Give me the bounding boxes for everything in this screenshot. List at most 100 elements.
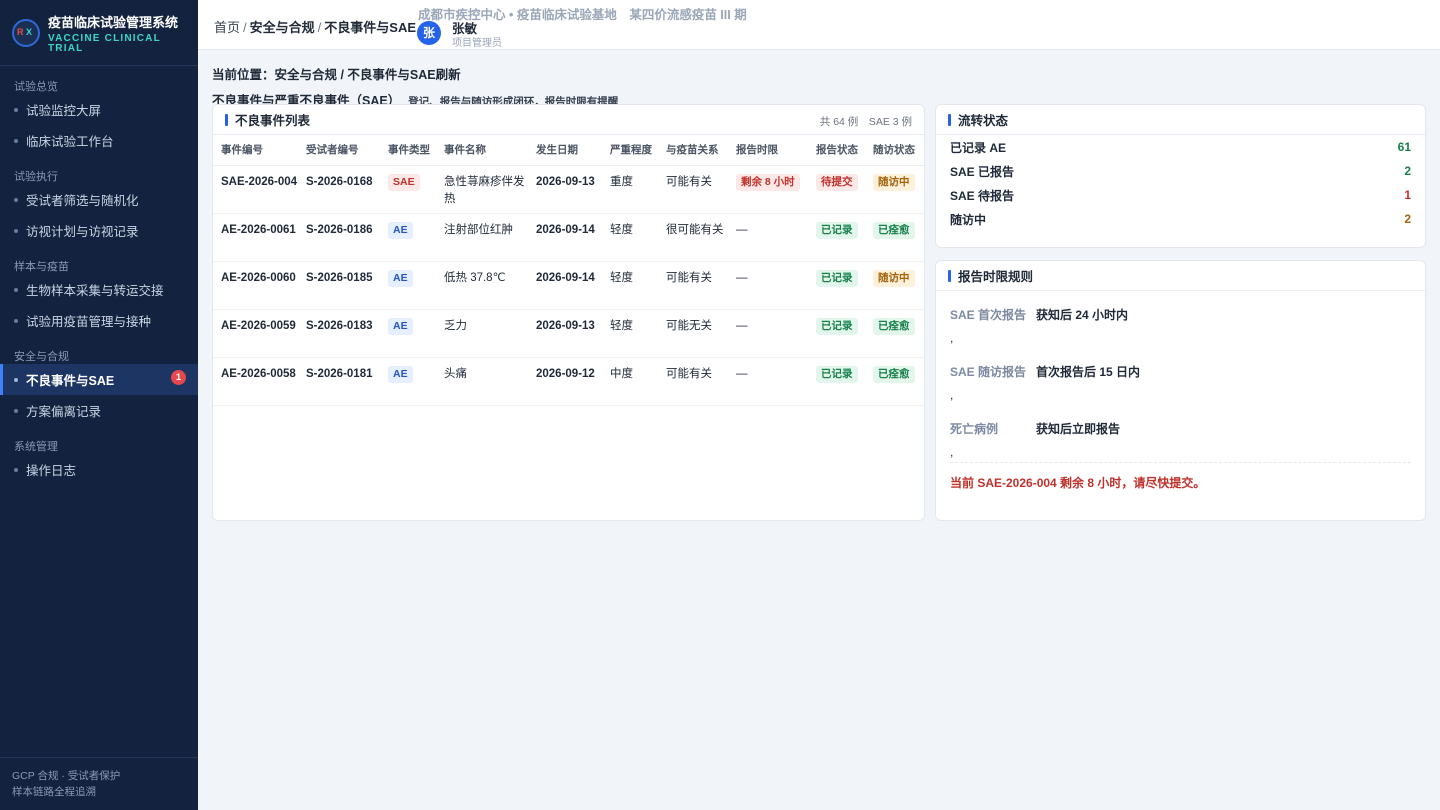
col-header: 受试者编号 bbox=[298, 135, 380, 166]
col-header: 事件类型 bbox=[380, 135, 436, 166]
deadline: — bbox=[728, 261, 808, 310]
bullet-icon bbox=[14, 228, 18, 233]
subject-id: S-2026-0168 bbox=[298, 165, 380, 214]
sidebar-item-biosamples[interactable]: 生物样本采集与转运交接 bbox=[0, 274, 198, 305]
event-type-badge: AE bbox=[388, 221, 413, 239]
rule-row-death: 死亡病例 获知后立即报告 , bbox=[950, 422, 1121, 459]
deadline: — bbox=[728, 357, 808, 406]
bullet-icon bbox=[14, 318, 18, 323]
table-row[interactable]: AE-2026-0061 S-2026-0186 AE 注射部位红肿 2026-… bbox=[213, 213, 924, 262]
table-header-row: 事件编号 受试者编号 事件类型 事件名称 发生日期 严重程度 与疫苗关系 报告时… bbox=[213, 135, 924, 166]
event-id[interactable]: AE-2026-0059 bbox=[213, 309, 298, 358]
sidebar-item-visits[interactable]: 访视计划与访视记录 bbox=[0, 215, 198, 246]
event-id[interactable]: SAE-2026-004 bbox=[213, 165, 298, 214]
col-header: 发生日期 bbox=[528, 135, 602, 166]
nav-group-samples: 样本与疫苗 bbox=[14, 261, 69, 273]
event-name: 急性荨麻疹伴发热 bbox=[436, 165, 528, 214]
report-status-badge: 已记录 bbox=[816, 269, 858, 287]
event-name: 低热 37.8℃ bbox=[436, 261, 528, 310]
event-type-badge: AE bbox=[388, 317, 413, 335]
report-status-badge: 已记录 bbox=[816, 317, 858, 335]
accent-bar bbox=[948, 113, 951, 126]
top-header: 首页 / 安全与合规 / 不良事件与SAE 成都市疾控中心 • 疫苗临床试验基地 某四价… bbox=[198, 0, 1440, 50]
app-title: 疫苗临床试验管理系统 bbox=[48, 14, 179, 30]
event-date: 2026-09-14 bbox=[528, 213, 602, 262]
vaccine-relation: 可能有关 bbox=[658, 261, 728, 310]
event-id[interactable]: AE-2026-0061 bbox=[213, 213, 298, 262]
flow-row-followup: 随访中 2 bbox=[950, 212, 1411, 227]
ae-list-card: 不良事件列表 共 64 例 SAE 3 例 事件编号 受试者编号 事件类型 事件… bbox=[212, 104, 925, 521]
event-name: 注射部位红肿 bbox=[436, 213, 528, 262]
accent-bar bbox=[948, 269, 951, 282]
bullet-icon bbox=[14, 377, 18, 382]
rx-logo-icon: R X bbox=[12, 18, 40, 47]
event-id[interactable]: AE-2026-0060 bbox=[213, 261, 298, 310]
event-date: 2026-09-13 bbox=[528, 309, 602, 358]
table-row[interactable]: AE-2026-0059 S-2026-0183 AE 乏力 2026-09-1… bbox=[213, 309, 924, 358]
flow-value: 2 bbox=[1404, 164, 1411, 178]
event-type-badge: AE bbox=[388, 365, 413, 383]
bullet-icon bbox=[14, 138, 18, 143]
flow-value: 2 bbox=[1404, 212, 1411, 226]
sidebar-item-screening[interactable]: 受试者筛选与随机化 bbox=[0, 184, 198, 215]
col-header: 事件名称 bbox=[436, 135, 528, 166]
col-header: 报告状态 bbox=[808, 135, 865, 166]
ae-count-summary: 共 64 例 SAE 3 例 bbox=[819, 116, 912, 128]
bullet-icon bbox=[14, 107, 18, 112]
followup-status-badge: 随访中 bbox=[873, 269, 915, 287]
event-type-badge: AE bbox=[388, 269, 413, 287]
sidebar-item-monitor-screen[interactable]: 试验监控大屏 bbox=[0, 94, 198, 125]
sidebar: R X 疫苗临床试验管理系统 VACCINE CLINICAL TRIAL 试验… bbox=[0, 0, 198, 810]
card-header: 不良事件列表 共 64 例 SAE 3 例 bbox=[213, 105, 924, 135]
notification-badge: 1 bbox=[171, 370, 186, 385]
col-header: 严重程度 bbox=[602, 135, 658, 166]
sidebar-item-ae-sae[interactable]: 不良事件与SAE 1 bbox=[0, 364, 198, 395]
nav-group-system: 系统管理 bbox=[14, 441, 58, 453]
vaccine-relation: 很可能有关 bbox=[658, 213, 728, 262]
sidebar-item-deviations[interactable]: 方案偏离记录 bbox=[0, 395, 198, 426]
deadline-badge: 剩余 8 小时 bbox=[736, 173, 800, 191]
report-status-badge: 待提交 bbox=[816, 173, 858, 191]
brand: R X 疫苗临床试验管理系统 VACCINE CLINICAL TRIAL bbox=[0, 0, 198, 66]
followup-status-badge: 已痊愈 bbox=[873, 365, 915, 383]
card-header: 流转状态 bbox=[936, 105, 1425, 135]
breadcrumb: 首页 / 安全与合规 / 不良事件与SAE bbox=[214, 20, 417, 35]
report-status-badge: 已记录 bbox=[816, 365, 858, 383]
sidebar-item-vaccine[interactable]: 试验用疫苗管理与接种 bbox=[0, 305, 198, 336]
card-header: 报告时限规则 bbox=[936, 261, 1425, 291]
subject-id: S-2026-0186 bbox=[298, 213, 380, 262]
nav-group-execution: 试验执行 bbox=[14, 171, 58, 183]
flow-value: 61 bbox=[1397, 140, 1411, 154]
vaccine-relation: 可能有关 bbox=[658, 165, 728, 214]
report-status-badge: 已记录 bbox=[816, 221, 858, 239]
nav-group-overview: 试验总览 bbox=[14, 81, 58, 93]
table-row[interactable]: AE-2026-0060 S-2026-0185 AE 低热 37.8℃ 202… bbox=[213, 261, 924, 310]
breadcrumb-home[interactable]: 首页 bbox=[214, 20, 240, 35]
bullet-icon bbox=[14, 197, 18, 202]
event-name: 头痛 bbox=[436, 357, 528, 406]
avatar[interactable]: 张 bbox=[417, 21, 441, 45]
table-row[interactable]: AE-2026-0058 S-2026-0181 AE 头痛 2026-09-1… bbox=[213, 357, 924, 406]
card-title: 不良事件列表 bbox=[235, 114, 311, 128]
sidebar-item-workbench[interactable]: 临床试验工作台 bbox=[0, 125, 198, 156]
nav-group-safety: 安全与合规 bbox=[14, 351, 69, 363]
rule-row-sae-first: SAE 首次报告 获知后 24 小时内 , bbox=[950, 308, 1129, 345]
rule-row-sae-followup: SAE 随访报告 首次报告后 15 日内 , bbox=[950, 365, 1141, 402]
table-row[interactable]: SAE-2026-004 S-2026-0168 SAE 急性荨麻疹伴发热 20… bbox=[213, 165, 924, 214]
bullet-icon bbox=[14, 287, 18, 292]
breadcrumb-section[interactable]: 安全与合规 bbox=[250, 20, 315, 35]
current-location: 当前位置：安全与合规 / 不良事件与SAE刷新 bbox=[212, 68, 461, 82]
flow-row-recorded-ae: 已记录 AE 61 bbox=[950, 140, 1411, 155]
vaccine-relation: 可能无关 bbox=[658, 309, 728, 358]
event-date: 2026-09-12 bbox=[528, 357, 602, 406]
event-date: 2026-09-13 bbox=[528, 165, 602, 214]
col-header: 与疫苗关系 bbox=[658, 135, 728, 166]
severity: 重度 bbox=[602, 165, 658, 214]
accent-bar bbox=[225, 113, 228, 126]
severity: 轻度 bbox=[602, 261, 658, 310]
bullet-icon bbox=[14, 467, 18, 472]
sidebar-footer: GCP 合规 · 受试者保护 样本链路全程追溯 bbox=[0, 757, 198, 810]
severity: 轻度 bbox=[602, 213, 658, 262]
sidebar-item-logs[interactable]: 操作日志 bbox=[0, 454, 198, 485]
event-id[interactable]: AE-2026-0058 bbox=[213, 357, 298, 406]
